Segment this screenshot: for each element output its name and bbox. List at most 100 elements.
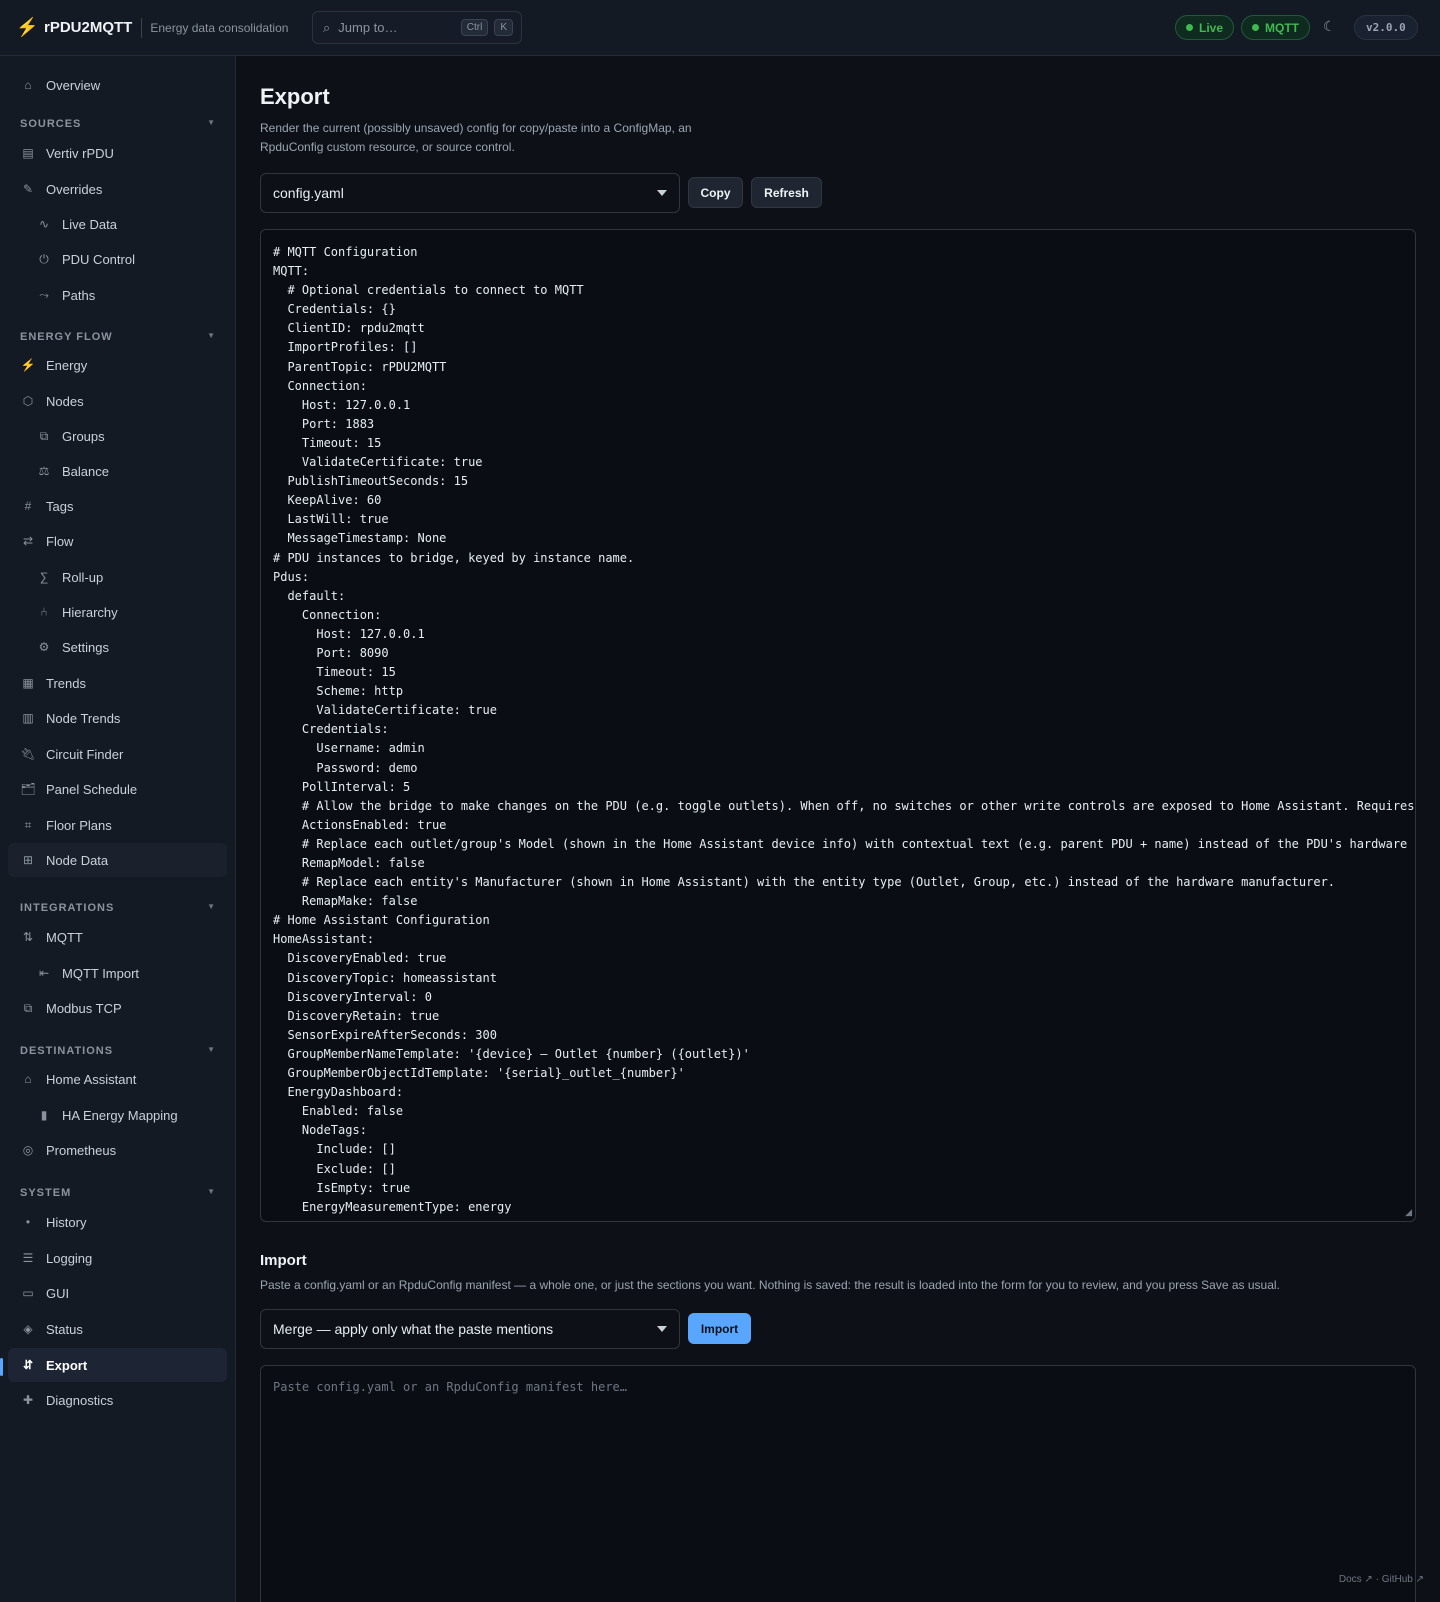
export-format-select[interactable]: config.yaml	[260, 173, 680, 213]
sidebar-item-vertiv-rpdu[interactable]: ▤ Vertiv rPDU	[8, 136, 227, 170]
github-link[interactable]: GitHub ↗	[1382, 1574, 1424, 1585]
sidebar-item-history[interactable]: • History	[8, 1205, 227, 1239]
sidebar-item-panel-schedule[interactable]: 🗂︎ Panel Schedule	[8, 772, 227, 806]
yaml-line: Credentials: {}	[273, 302, 396, 317]
sidebar-item-trends[interactable]: ▦ Trends	[8, 666, 227, 700]
sidebar-item-status[interactable]: ◈ Status	[8, 1312, 227, 1346]
target-icon: ◎	[22, 1143, 34, 1157]
sidebar-item-overview[interactable]: ⌂ Overview	[8, 68, 227, 102]
import-button[interactable]: Import	[688, 1313, 751, 1344]
resize-handle-icon[interactable]: ◢	[1405, 1207, 1412, 1218]
sidebar-item-groups[interactable]: ⧉ Groups	[8, 419, 227, 453]
table-icon: ⊞	[22, 853, 34, 867]
layers-icon: ⧉	[39, 428, 49, 443]
yaml-line: RemapMake: false	[273, 894, 418, 909]
docs-link[interactable]: Docs ↗	[1339, 1574, 1373, 1585]
sidebar-item-label: Floor Plans	[46, 817, 112, 833]
sidebar-item-diagnostics[interactable]: ✚ Diagnostics	[8, 1383, 227, 1417]
sidebar-item-floor-plans[interactable]: ⌗ Floor Plans	[8, 808, 227, 842]
yaml-line: GroupMemberNameTemplate: '{device} — Out…	[273, 1046, 750, 1061]
sidebar-item-circuit-finder[interactable]: 🔌︎ Circuit Finder	[8, 737, 227, 771]
sidebar-item-overrides[interactable]: ✎ Overrides	[8, 172, 227, 206]
yaml-line: PollInterval: 5	[273, 779, 411, 794]
yaml-line: EnergyDashboard:	[273, 1085, 404, 1100]
scale-icon: ⚖	[38, 464, 50, 478]
sidebar-item-logging[interactable]: ☰ Logging	[8, 1241, 227, 1275]
sidebar-item-gui[interactable]: ▭ GUI	[8, 1276, 227, 1310]
yaml-line: Host: 127.0.0.1	[273, 397, 411, 412]
sidebar-item-modbus-tcp[interactable]: ⧉ Modbus TCP	[8, 991, 227, 1025]
section-destinations[interactable]: DESTINATIONS ▼	[20, 1045, 216, 1057]
import-paste-textarea[interactable]: Paste config.yaml or an RpduConfig manif…	[260, 1365, 1416, 1602]
sidebar-item-tags[interactable]: # Tags	[8, 489, 227, 523]
section-integrations[interactable]: INTEGRATIONS ▼	[20, 902, 216, 914]
lightning-icon: ⚡	[20, 358, 36, 372]
sidebar-item-rollup[interactable]: ∑ Roll-up	[8, 560, 227, 594]
yaml-line: # Replace each outlet/group's Model (sho…	[273, 836, 1408, 851]
sidebar-item-label: Export	[46, 1357, 88, 1373]
live-label: Live	[1199, 20, 1224, 35]
sidebar-item-label: Status	[46, 1321, 83, 1337]
yaml-line: Host: 127.0.0.1	[273, 626, 425, 641]
yaml-line: # Allow the bridge to make changes on th…	[273, 798, 1415, 813]
yaml-line: ValidateCertificate: true	[273, 703, 497, 718]
sidebar-item-label: Nodes	[46, 393, 84, 409]
section-system[interactable]: SYSTEM ▼	[20, 1187, 216, 1199]
yaml-code-block: # MQTT Configuration MQTT: # Optional cre…	[273, 243, 1415, 1217]
section-label: SYSTEM	[20, 1187, 72, 1199]
table-chart-icon: ▥	[22, 711, 34, 725]
sidebar-item-label: Settings	[62, 639, 109, 655]
sidebar-item-export[interactable]: ⇵ Export	[8, 1348, 227, 1382]
sidebar-item-energy[interactable]: ⚡ Energy	[8, 348, 227, 382]
home-icon: ⌂	[24, 1072, 32, 1086]
jump-to-search[interactable]: ⌕ Jump to… Ctrl K	[312, 11, 522, 44]
sidebar-item-mqtt-import[interactable]: ⇤ MQTT Import	[8, 956, 227, 990]
sidebar-item-label: Tags	[46, 498, 74, 514]
list-icon: ☰	[22, 1251, 34, 1265]
chevron-down-icon: ▼	[207, 118, 216, 127]
sidebar-item-flow[interactable]: ⇄ Flow	[8, 524, 227, 558]
page-title: Export	[260, 84, 330, 109]
up-down-arrows-icon: ⇅	[22, 930, 34, 944]
sidebar-item-ha-energy-mapping[interactable]: ▮ HA Energy Mapping	[8, 1098, 227, 1132]
mqtt-label: MQTT	[1265, 20, 1299, 35]
section-energy-flow[interactable]: ENERGY FLOW ▼	[20, 331, 216, 343]
chevron-down-icon: ▼	[207, 331, 216, 340]
brand[interactable]: ⚡ rPDU2MQTT Energy data consolidation	[0, 17, 288, 38]
section-sources[interactable]: SOURCES ▼	[20, 118, 216, 130]
sidebar-item-home-assistant[interactable]: ⌂ Home Assistant	[8, 1062, 227, 1096]
sidebar-item-label: Prometheus	[46, 1142, 117, 1158]
sidebar-item-node-data[interactable]: ⊞ Node Data	[8, 843, 227, 877]
live-status-badge: Live	[1175, 15, 1235, 40]
sidebar-item-live-data[interactable]: ∿ Live Data	[8, 207, 227, 241]
sidebar-item-hierarchy[interactable]: ⑃ Hierarchy	[8, 595, 227, 629]
sidebar-item-label: History	[46, 1214, 87, 1230]
yaml-line: # MQTT Configuration	[273, 245, 418, 259]
sidebar-item-paths[interactable]: ⤳ Paths	[8, 278, 227, 312]
yaml-line: default:	[273, 588, 346, 603]
yaml-line: Password: demo	[273, 760, 418, 775]
export-yaml-output[interactable]: # MQTT Configuration MQTT: # Optional cre…	[260, 229, 1416, 1222]
yaml-line: GroupMemberObjectIdTemplate: '{serial}_o…	[273, 1066, 685, 1081]
theme-toggle-moon-icon[interactable]: ☾	[1323, 18, 1336, 35]
refresh-button[interactable]: Refresh	[751, 177, 822, 208]
sidebar-item-node-trends[interactable]: ▥ Node Trends	[8, 701, 227, 735]
mqtt-status-badge: MQTT	[1241, 15, 1310, 40]
sidebar-item-prometheus[interactable]: ◎ Prometheus	[8, 1133, 227, 1167]
sidebar-item-label: Flow	[46, 533, 74, 549]
import-mode-select[interactable]: Merge — apply only what the paste mentio…	[260, 1309, 680, 1349]
bar-chart-icon: ▦	[22, 676, 34, 690]
search-icon: ⌕	[323, 19, 331, 35]
gear-icon: ⚙	[38, 640, 50, 654]
sidebar-item-balance[interactable]: ⚖ Balance	[8, 454, 227, 488]
copy-button[interactable]: Copy	[688, 177, 743, 208]
sidebar-item-pdu-control[interactable]: ⏻ PDU Control	[8, 242, 227, 276]
yaml-line: DiscoveryTopic: homeassistant	[273, 970, 497, 985]
folder-icon: 🗂︎	[20, 782, 36, 796]
sidebar-item-label: Paths	[62, 287, 96, 303]
sidebar-item-nodes[interactable]: ⬡ Nodes	[8, 384, 227, 418]
sidebar-item-mqtt[interactable]: ⇅ MQTT	[8, 920, 227, 954]
yaml-line: PublishTimeoutSeconds: 15	[273, 474, 469, 489]
sidebar-item-label: Hierarchy	[62, 604, 118, 620]
sidebar-item-settings[interactable]: ⚙ Settings	[8, 630, 227, 664]
